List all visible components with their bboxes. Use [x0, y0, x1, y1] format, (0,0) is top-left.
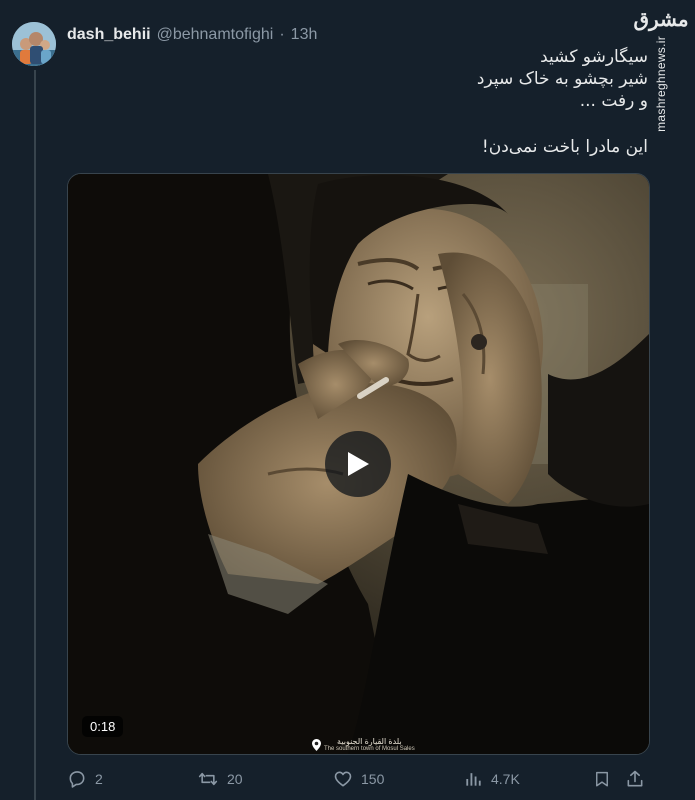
action-bar: 2 20 150 4.7K: [67, 766, 648, 792]
video-caption: بلدة القيارة الجنوبية The southern town …: [312, 737, 432, 753]
view-count: 4.7K: [491, 771, 520, 787]
separator-dot: ·: [279, 26, 285, 43]
play-button[interactable]: [325, 431, 391, 497]
user-handle[interactable]: @behnamtofighi: [157, 26, 274, 44]
retweet-count: 20: [227, 771, 243, 787]
reply-button[interactable]: 2: [67, 766, 103, 792]
views-chart-icon: [466, 773, 481, 786]
thread-line: [34, 70, 36, 800]
watermark-site: mashreghnews.ir: [654, 36, 668, 132]
video-duration: 0:18: [82, 716, 124, 737]
heart-icon: [334, 771, 352, 787]
bookmark-icon: [596, 771, 608, 787]
bookmark-button[interactable]: [593, 766, 611, 792]
avatar[interactable]: [12, 22, 56, 66]
share-icon: [627, 770, 643, 787]
tweet-header: dash_behii @behnamtofighi · 13h: [67, 24, 317, 46]
play-icon: [348, 452, 369, 476]
views-button[interactable]: 4.7K: [463, 766, 520, 792]
tweet-text-line: و رفت ...: [579, 91, 648, 111]
timestamp[interactable]: 13h: [291, 26, 318, 44]
tweet-text-line: شیر بچشو به خاک سپرد: [476, 69, 648, 89]
tweet-text: سیگارشو کشید شیر بچشو به خاک سپرد و رفت …: [120, 46, 648, 158]
video-player[interactable]: 0:18 بلدة القيارة الجنوبية The southern …: [67, 173, 650, 755]
retweet-button[interactable]: 20: [197, 766, 243, 792]
reply-icon: [69, 771, 85, 788]
share-button[interactable]: [625, 766, 645, 792]
reply-count: 2: [95, 771, 103, 787]
location-pin-icon: [312, 739, 321, 751]
watermark-logo: مشرق: [633, 7, 689, 31]
retweet-icon: [198, 772, 218, 786]
like-button[interactable]: 150: [333, 766, 384, 792]
like-count: 150: [361, 771, 385, 787]
caption-english: The southern town of Mosul Sales: [324, 746, 415, 752]
tweet-text-line: این مادرا باخت نمی‌دن!: [481, 137, 648, 157]
tweet-text-line: سیگارشو کشید: [540, 47, 648, 67]
caption-arabic: بلدة القيارة الجنوبية: [337, 737, 402, 746]
display-name[interactable]: dash_behii: [67, 26, 151, 44]
